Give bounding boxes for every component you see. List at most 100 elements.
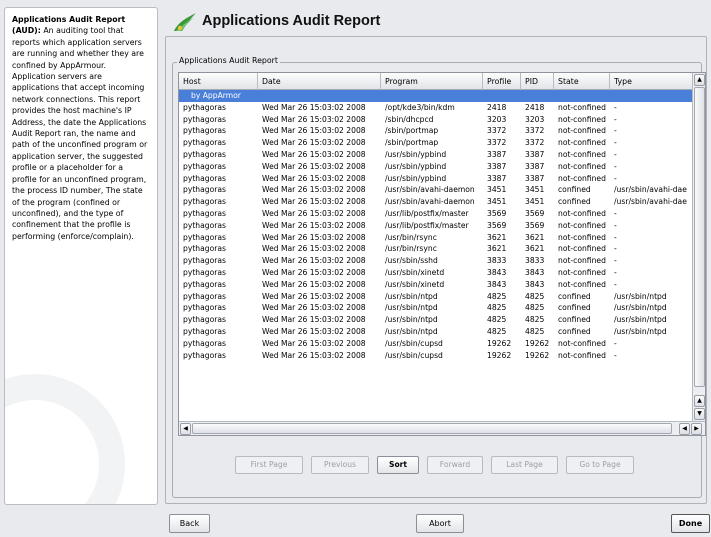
table-row[interactable]: pythagoras Wed Mar 26 15:03:02 2008/usr/s… — [179, 350, 693, 362]
cell-pid: 4825 — [525, 303, 545, 313]
table-row[interactable]: pythagoras Wed Mar 26 15:03:02 2008/usr/l… — [179, 208, 693, 220]
table-row[interactable]: pythagoras Wed Mar 26 15:03:02 2008/usr/b… — [179, 243, 693, 255]
cell-pid: 3833 — [525, 256, 545, 266]
cell-date: Wed Mar 26 15:03:02 2008 — [262, 126, 366, 136]
cell-host: pythagoras — [183, 279, 226, 289]
cell-state: confined — [558, 315, 591, 325]
cell-type: - — [614, 232, 617, 242]
cell-date: Wed Mar 26 15:03:02 2008 — [262, 173, 366, 183]
cell-state: not-confined — [558, 114, 606, 124]
col-pid[interactable]: PID — [521, 73, 554, 90]
cell-date: Wed Mar 26 15:03:02 2008 — [262, 338, 366, 348]
first-page-button[interactable]: First Page — [235, 456, 303, 474]
scroll-up-icon[interactable]: ▲ — [694, 74, 705, 86]
table-row[interactable]: pythagoras Wed Mar 26 15:03:02 2008/usr/s… — [179, 279, 693, 291]
vertical-scrollbar[interactable]: ▲ ▲ ▼ — [692, 73, 705, 422]
cell-program: /usr/sbin/avahi-daemon — [385, 197, 475, 207]
table-row[interactable]: pythagoras Wed Mar 26 15:03:02 2008/opt/k… — [179, 102, 693, 114]
abort-button[interactable]: Abort — [416, 514, 464, 533]
cell-pid: 3451 — [525, 197, 545, 207]
help-text: An auditing tool that reports which appl… — [12, 26, 148, 241]
scroll-down-icon[interactable]: ▼ — [694, 408, 705, 420]
last-page-button[interactable]: Last Page — [491, 456, 558, 474]
cell-date: Wed Mar 26 15:03:02 2008 — [262, 350, 366, 360]
previous-button[interactable]: Previous — [311, 456, 369, 474]
table-row[interactable]: pythagoras Wed Mar 26 15:03:02 2008/usr/s… — [179, 326, 693, 338]
table-row[interactable]: pythagoras Wed Mar 26 15:03:02 2008/sbin/… — [179, 137, 693, 149]
cell-profile: 4825 — [487, 315, 507, 325]
cell-state: not-confined — [558, 173, 606, 183]
cell-type: - — [614, 126, 617, 136]
cell-profile: 3621 — [487, 244, 507, 254]
back-button[interactable]: Back — [169, 514, 210, 533]
col-type[interactable]: Type — [610, 73, 693, 90]
cell-program: /usr/bin/rsync — [385, 244, 437, 254]
cell-host: pythagoras — [183, 232, 226, 242]
forward-button[interactable]: Forward — [427, 456, 483, 474]
table-row[interactable]: pythagoras Wed Mar 26 15:03:02 2008/sbin/… — [179, 114, 693, 126]
cell-host: pythagoras — [183, 208, 226, 218]
cell-program: /usr/lib/postfix/master — [385, 208, 469, 218]
scroll-right-icon[interactable]: ▶ — [691, 423, 702, 435]
report-table[interactable]: Host Date Program Profile PID State Type… — [178, 72, 706, 436]
cell-program: /usr/sbin/sshd — [385, 256, 438, 266]
table-row[interactable]: pythagoras Wed Mar 26 15:03:02 2008/usr/s… — [179, 173, 693, 185]
table-row[interactable]: pythagoras Wed Mar 26 15:03:02 2008/usr/s… — [179, 255, 693, 267]
group-row[interactable]: by AppArmor — [179, 90, 693, 102]
cell-profile: 3387 — [487, 161, 507, 171]
vertical-scroll-thumb[interactable] — [694, 87, 705, 387]
cell-date: Wed Mar 26 15:03:02 2008 — [262, 102, 366, 112]
scroll-up-icon[interactable]: ▲ — [694, 395, 705, 407]
cell-host: pythagoras — [183, 138, 226, 148]
cell-state: confined — [558, 291, 591, 301]
table-row[interactable]: pythagoras Wed Mar 26 15:03:02 2008/usr/l… — [179, 220, 693, 232]
table-row[interactable]: pythagoras Wed Mar 26 15:03:02 2008/usr/s… — [179, 161, 693, 173]
table-row[interactable]: pythagoras Wed Mar 26 15:03:02 2008/usr/s… — [179, 149, 693, 161]
cell-pid: 3387 — [525, 149, 545, 159]
horizontal-scroll-thumb[interactable] — [192, 423, 672, 434]
cell-type: - — [614, 114, 617, 124]
table-row[interactable]: pythagoras Wed Mar 26 15:03:02 2008/sbin/… — [179, 125, 693, 137]
table-row[interactable]: pythagoras Wed Mar 26 15:03:02 2008/usr/s… — [179, 314, 693, 326]
table-row[interactable]: pythagoras Wed Mar 26 15:03:02 2008/usr/s… — [179, 338, 693, 350]
col-state[interactable]: State — [554, 73, 610, 90]
cell-type: - — [614, 244, 617, 254]
table-row[interactable]: pythagoras Wed Mar 26 15:03:02 2008/usr/s… — [179, 196, 693, 208]
cell-profile: 4825 — [487, 291, 507, 301]
cell-date: Wed Mar 26 15:03:02 2008 — [262, 197, 366, 207]
col-host[interactable]: Host — [179, 73, 258, 90]
cell-state: confined — [558, 326, 591, 336]
cell-program: /usr/sbin/ypbind — [385, 173, 447, 183]
cell-host: pythagoras — [183, 114, 226, 124]
cell-date: Wed Mar 26 15:03:02 2008 — [262, 114, 366, 124]
go-to-page-button[interactable]: Go to Page — [566, 456, 634, 474]
cell-state: not-confined — [558, 267, 606, 277]
cell-profile: 3843 — [487, 267, 507, 277]
horizontal-scrollbar[interactable]: ◀ ◀ ▶ — [179, 421, 705, 435]
cell-state: not-confined — [558, 161, 606, 171]
done-button[interactable]: Done — [671, 514, 710, 533]
cell-program: /usr/lib/postfix/master — [385, 220, 469, 230]
col-profile[interactable]: Profile — [483, 73, 521, 90]
table-row[interactable]: pythagoras Wed Mar 26 15:03:02 2008/usr/s… — [179, 291, 693, 303]
scroll-left-icon[interactable]: ◀ — [180, 423, 191, 435]
groupbox-label: Applications Audit Report — [177, 56, 280, 65]
cell-type: - — [614, 256, 617, 266]
table-row[interactable]: pythagoras Wed Mar 26 15:03:02 2008/usr/b… — [179, 232, 693, 244]
col-program[interactable]: Program — [381, 73, 483, 90]
cell-type: /usr/sbin/ntpd — [614, 291, 667, 301]
sort-button[interactable]: Sort — [377, 456, 419, 474]
cell-type: - — [614, 173, 617, 183]
table-row[interactable]: pythagoras Wed Mar 26 15:03:02 2008/usr/s… — [179, 184, 693, 196]
cell-program: /usr/sbin/xinetd — [385, 267, 445, 277]
cell-state: not-confined — [558, 102, 606, 112]
help-panel: Applications Audit Report (AUD): An audi… — [4, 7, 158, 505]
scroll-left-icon[interactable]: ◀ — [679, 423, 690, 435]
cell-pid: 19262 — [525, 350, 550, 360]
table-row[interactable]: pythagoras Wed Mar 26 15:03:02 2008/usr/s… — [179, 302, 693, 314]
col-date[interactable]: Date — [258, 73, 381, 90]
cell-host: pythagoras — [183, 197, 226, 207]
table-row[interactable]: pythagoras Wed Mar 26 15:03:02 2008/usr/s… — [179, 267, 693, 279]
table-body: by AppArmor pythagoras Wed Mar 26 15:03:0… — [179, 90, 693, 361]
cell-type: - — [614, 338, 617, 348]
